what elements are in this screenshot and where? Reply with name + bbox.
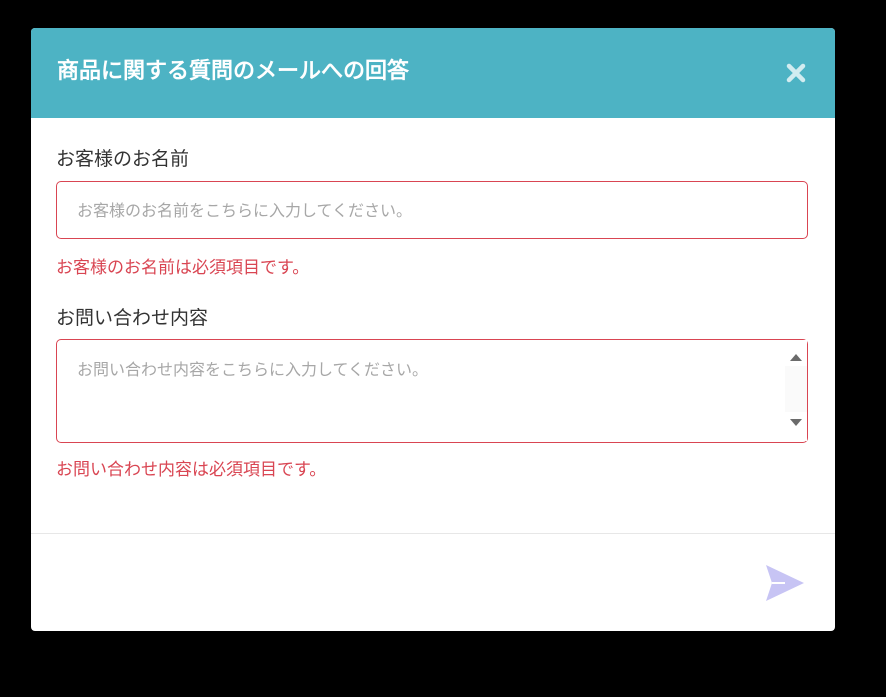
dialog-title: 商品に関する質問のメールへの回答 bbox=[57, 59, 410, 84]
scroll-up-arrow-icon[interactable] bbox=[785, 348, 807, 366]
scrollbar-track[interactable] bbox=[785, 366, 807, 412]
close-button[interactable] bbox=[783, 58, 809, 88]
dialog-header: 商品に関する質問のメールへの回答 bbox=[31, 28, 835, 118]
name-field-label: お客様のお名前 bbox=[56, 148, 190, 170]
inquiry-field-label: お問い合わせ内容 bbox=[56, 307, 209, 329]
send-icon bbox=[766, 565, 804, 601]
inquiry-reply-dialog: 商品に関する質問のメールへの回答 お客様のお名前 お客様のお名前は必須項目です。… bbox=[31, 28, 835, 631]
send-button[interactable] bbox=[763, 562, 807, 604]
inquiry-content-textarea[interactable] bbox=[57, 340, 785, 441]
customer-name-input[interactable] bbox=[56, 181, 808, 239]
footer-divider bbox=[31, 533, 835, 534]
inquiry-textarea-container bbox=[56, 339, 808, 443]
scroll-down-arrow-icon[interactable] bbox=[785, 414, 807, 432]
name-error-message: お客様のお名前は必須項目です。 bbox=[56, 258, 310, 278]
inquiry-error-message: お問い合わせ内容は必須項目です。 bbox=[56, 460, 327, 480]
close-icon bbox=[786, 63, 806, 83]
textarea-scrollbar[interactable] bbox=[785, 340, 807, 441]
